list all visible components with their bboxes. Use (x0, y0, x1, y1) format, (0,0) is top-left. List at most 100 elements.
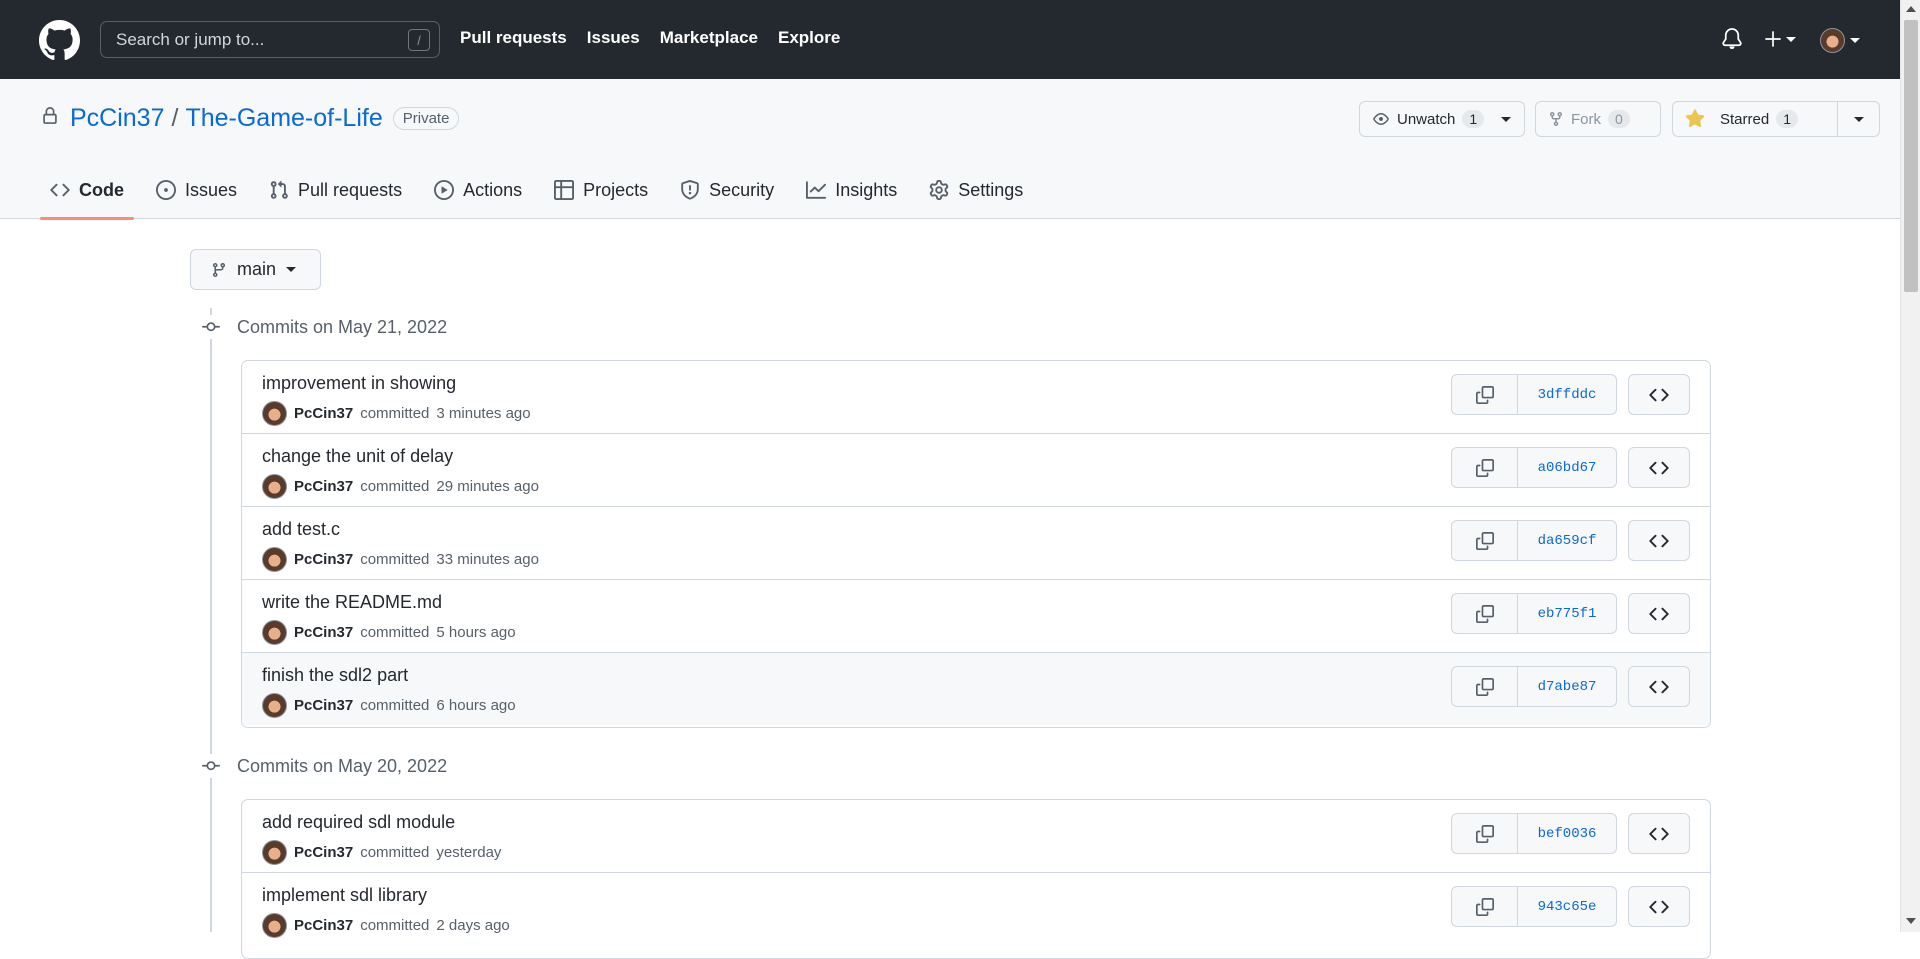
bell-icon[interactable] (1722, 28, 1742, 50)
commit-group-date: Commits on May 20, 2022 (237, 755, 448, 776)
browse-repo-button[interactable] (1628, 520, 1690, 561)
commit-group-heading: Commits on May 20, 2022 (199, 754, 447, 778)
repository-tabs: Code Issues Pull requests Actions Projec… (40, 169, 1045, 220)
unwatch-label: Unwatch (1397, 110, 1456, 128)
commit-meta: PcCin37 committed 29 minutes ago (262, 474, 539, 499)
table-icon (554, 180, 575, 200)
search-input[interactable]: Search or jump to... / (100, 21, 440, 58)
avatar (1820, 28, 1845, 53)
commit-author-link[interactable]: PcCin37 (294, 697, 353, 714)
chevron-down-icon (1501, 116, 1512, 122)
avatar[interactable] (262, 840, 287, 865)
commit-time: yesterday (436, 844, 502, 861)
commit-verb: committed (360, 917, 430, 934)
commit-message-link[interactable]: write the README.md (262, 592, 442, 613)
copy-sha-button[interactable] (1451, 520, 1518, 561)
tab-settings[interactable]: Settings (919, 169, 1033, 219)
avatar[interactable] (262, 474, 287, 499)
tab-actions[interactable]: Actions (424, 169, 532, 219)
commit-row: improvement in showing PcCin37 committed… (242, 361, 1710, 433)
star-list-dropdown[interactable] (1838, 101, 1880, 137)
commit-author-link[interactable]: PcCin37 (294, 844, 353, 861)
avatar[interactable] (262, 693, 287, 718)
tab-pull-requests[interactable]: Pull requests (259, 169, 412, 219)
copy-icon (1475, 385, 1494, 404)
nav-issues[interactable]: Issues (587, 28, 640, 48)
commit-actions: 3dffddc (1451, 374, 1690, 415)
copy-sha-button[interactable] (1451, 447, 1518, 488)
commit-sha-link[interactable]: d7abe87 (1518, 666, 1617, 707)
browse-repo-button[interactable] (1628, 447, 1690, 488)
star-count: 1 (1776, 110, 1798, 128)
unwatch-button[interactable]: Unwatch 1 (1359, 101, 1525, 137)
tab-issues[interactable]: Issues (146, 169, 247, 219)
commit-sha-link[interactable]: bef0036 (1518, 813, 1617, 854)
nav-marketplace[interactable]: Marketplace (660, 28, 758, 48)
code-icon (1649, 677, 1669, 697)
commit-verb: committed (360, 405, 430, 422)
commit-time: 3 minutes ago (436, 405, 531, 422)
commit-author-link[interactable]: PcCin37 (294, 551, 353, 568)
commit-group-heading: Commits on May 21, 2022 (199, 315, 447, 339)
commit-row: write the README.md PcCin37 committed 5 … (242, 579, 1710, 652)
eye-icon (1372, 111, 1390, 127)
commit-sha-link[interactable]: da659cf (1518, 520, 1617, 561)
commit-message-link[interactable]: improvement in showing (262, 373, 456, 394)
repo-owner-link[interactable]: PcCin37 (70, 104, 165, 133)
commit-message-link[interactable]: finish the sdl2 part (262, 665, 408, 686)
browse-repo-button[interactable] (1628, 813, 1690, 854)
commit-sha-link[interactable]: a06bd67 (1518, 447, 1617, 488)
create-new-menu[interactable] (1764, 30, 1796, 48)
avatar[interactable] (262, 913, 287, 938)
avatar[interactable] (262, 401, 287, 426)
commit-message-link[interactable]: add test.c (262, 519, 340, 540)
copy-sha-button[interactable] (1451, 666, 1518, 707)
nav-pull-requests[interactable]: Pull requests (460, 28, 567, 48)
commit-author-link[interactable]: PcCin37 (294, 405, 353, 422)
code-icon (50, 180, 70, 200)
copy-sha-button[interactable] (1451, 593, 1518, 634)
lock-icon (41, 106, 59, 126)
scroll-up-arrow-icon[interactable] (1906, 6, 1916, 12)
browse-repo-button[interactable] (1628, 886, 1690, 927)
copy-sha-button[interactable] (1451, 813, 1518, 854)
global-header: Search or jump to... / Pull requests Iss… (0, 0, 1900, 79)
branch-select-button[interactable]: main (190, 249, 321, 290)
tab-label: Issues (185, 179, 238, 200)
commit-author-link[interactable]: PcCin37 (294, 478, 353, 495)
commit-sha-link[interactable]: 943c65e (1518, 886, 1617, 927)
commit-row: add test.c PcCin37 committed 33 minutes … (242, 506, 1710, 579)
commit-sha-link[interactable]: 3dffddc (1518, 374, 1617, 415)
scroll-down-arrow-icon[interactable] (1906, 918, 1916, 924)
avatar[interactable] (262, 547, 287, 572)
github-logo-icon[interactable] (39, 20, 80, 61)
tab-projects[interactable]: Projects (544, 169, 658, 219)
commit-time: 33 minutes ago (436, 551, 539, 568)
fork-button[interactable]: Fork 0 (1535, 101, 1661, 137)
starred-button[interactable]: Starred 1 (1672, 101, 1838, 137)
browse-repo-button[interactable] (1628, 374, 1690, 415)
nav-explore[interactable]: Explore (778, 28, 840, 48)
commit-author-link[interactable]: PcCin37 (294, 624, 353, 641)
copy-sha-button[interactable] (1451, 886, 1518, 927)
commit-sha-link[interactable]: eb775f1 (1518, 593, 1617, 634)
tab-security[interactable]: Security (670, 169, 784, 219)
tab-code[interactable]: Code (40, 169, 134, 220)
commit-message-link[interactable]: change the unit of delay (262, 446, 453, 467)
avatar[interactable] (262, 620, 287, 645)
copy-sha-button[interactable] (1451, 374, 1518, 415)
browse-repo-button[interactable] (1628, 666, 1690, 707)
user-menu[interactable] (1820, 28, 1860, 53)
page-scrollbar[interactable] (1900, 0, 1920, 932)
commit-list: improvement in showing PcCin37 committed… (241, 360, 1711, 728)
copy-icon (1475, 604, 1494, 623)
browse-repo-button[interactable] (1628, 593, 1690, 634)
tab-insights[interactable]: Insights (796, 169, 907, 219)
shield-icon (680, 180, 700, 200)
commit-time: 2 days ago (436, 917, 510, 934)
commit-author-link[interactable]: PcCin37 (294, 917, 353, 934)
scrollbar-thumb[interactable] (1904, 20, 1918, 292)
commit-message-link[interactable]: implement sdl library (262, 885, 427, 906)
repo-name-link[interactable]: The-Game-of-Life (185, 104, 382, 133)
commit-message-link[interactable]: add required sdl module (262, 812, 455, 833)
